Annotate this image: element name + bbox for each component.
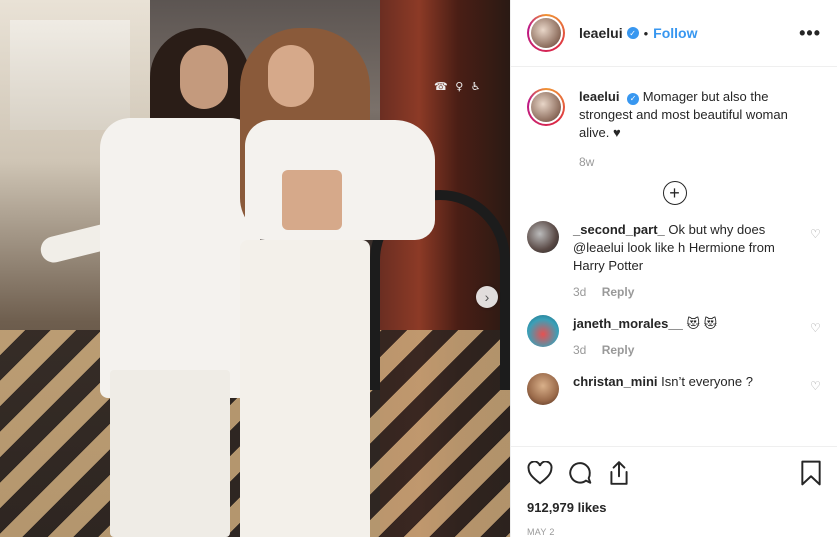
comment-meta: 3d Reply bbox=[573, 341, 801, 359]
heart-icon[interactable] bbox=[527, 461, 553, 485]
woman-right-top bbox=[282, 170, 342, 230]
plus-circle-icon: + bbox=[662, 181, 687, 205]
restroom-sign: ☎ ♀ ♿ bbox=[434, 80, 483, 93]
header-avatar[interactable] bbox=[527, 14, 565, 52]
caption-avatar[interactable] bbox=[527, 88, 565, 126]
woman-left-coat bbox=[100, 118, 260, 398]
verified-icon: ✓ bbox=[627, 93, 640, 105]
post-actions: 912,979 likes MAY 2 bbox=[511, 446, 837, 537]
header-separator: • bbox=[643, 25, 649, 41]
commenter-avatar[interactable] bbox=[527, 373, 559, 405]
header-username[interactable]: leaelui bbox=[579, 25, 623, 41]
load-more-comments[interactable]: + bbox=[527, 181, 822, 205]
comment-like-heart-icon[interactable]: ♡ bbox=[810, 321, 822, 335]
comment-icon[interactable] bbox=[567, 460, 593, 486]
post-date[interactable]: MAY 2 bbox=[527, 527, 822, 537]
comment-like-heart-icon[interactable]: ♡ bbox=[810, 379, 822, 393]
comment-age[interactable]: 3d bbox=[573, 343, 586, 357]
comment-meta: 3d Reply bbox=[573, 283, 801, 301]
instagram-post: ☎ ♀ ♿ › leaelui ✓ • Follow ••• leaelui ✓… bbox=[0, 0, 837, 537]
comment-body: christan_mini Isn’t everyone ? bbox=[573, 373, 801, 405]
more-icon[interactable]: ••• bbox=[799, 23, 821, 44]
chevron-right-icon: › bbox=[484, 289, 490, 305]
comment-username[interactable]: christan_mini bbox=[573, 374, 658, 389]
caption-body: leaelui ✓ Momager but also the strongest… bbox=[579, 88, 807, 171]
bookmark-icon[interactable] bbox=[800, 460, 822, 486]
share-icon[interactable] bbox=[607, 460, 631, 486]
caption-username[interactable]: leaelui bbox=[579, 89, 619, 104]
comment-age[interactable]: 3d bbox=[573, 285, 586, 299]
avatar bbox=[531, 18, 561, 48]
post-side-panel: leaelui ✓ • Follow ••• leaelui ✓ Momager… bbox=[510, 0, 837, 537]
follow-button[interactable]: Follow bbox=[653, 25, 697, 41]
verified-icon: ✓ bbox=[626, 27, 639, 39]
woman-right-pants bbox=[240, 240, 370, 537]
comment-body: _second_part_ Ok but why does @leaelui l… bbox=[573, 221, 801, 301]
comment-like-heart-icon[interactable]: ♡ bbox=[810, 227, 822, 241]
reply-button[interactable]: Reply bbox=[602, 285, 635, 299]
comment-text: Isn’t everyone ? bbox=[661, 374, 753, 389]
avatar bbox=[531, 92, 561, 122]
photo-window bbox=[10, 20, 130, 130]
comment-username[interactable]: janeth_morales__ bbox=[573, 316, 683, 331]
post-header: leaelui ✓ • Follow ••• bbox=[511, 0, 837, 67]
comment-username[interactable]: _second_part_ bbox=[573, 222, 665, 237]
commenter-avatar[interactable] bbox=[527, 221, 559, 253]
post-photo[interactable]: ☎ ♀ ♿ › bbox=[0, 0, 510, 537]
woman-left-pants bbox=[110, 370, 230, 537]
woman-left-face bbox=[180, 45, 228, 109]
caption: leaelui ✓ Momager but also the strongest… bbox=[527, 88, 822, 171]
woman-right-face bbox=[268, 45, 314, 107]
reply-button[interactable]: Reply bbox=[602, 343, 635, 357]
likes-count[interactable]: 912,979 likes bbox=[527, 500, 822, 515]
action-icons bbox=[527, 459, 822, 487]
comment-text: 😻 😻 bbox=[686, 316, 718, 331]
comment-item: _second_part_ Ok but why does @leaelui l… bbox=[527, 221, 822, 301]
commenter-avatar[interactable] bbox=[527, 315, 559, 347]
caption-age[interactable]: 8w bbox=[579, 153, 807, 171]
comment-body: janeth_morales__ 😻 😻 3d Reply bbox=[573, 315, 801, 359]
comment-item: janeth_morales__ 😻 😻 3d Reply ♡ bbox=[527, 315, 822, 359]
carousel-next-button[interactable]: › bbox=[476, 286, 498, 308]
comments-list[interactable]: leaelui ✓ Momager but also the strongest… bbox=[511, 68, 837, 446]
comment-item: christan_mini Isn’t everyone ? ♡ bbox=[527, 373, 822, 405]
